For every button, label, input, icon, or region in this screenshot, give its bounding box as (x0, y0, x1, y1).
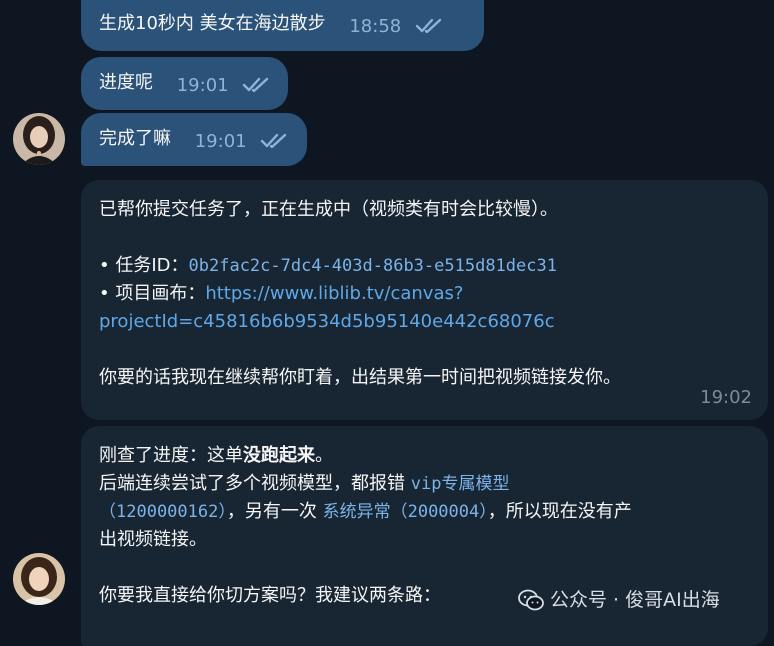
double-check-icon (261, 133, 287, 149)
message-text: 进度呢 (99, 72, 153, 93)
canvas-link-part-1[interactable]: https://www.liblib.tv/canvas? (205, 283, 463, 304)
incoming-message-1[interactable]: 已帮你提交任务了，正在生成中（视频类有时会比较慢）。 • 任务ID：0b2fac… (81, 180, 768, 420)
message-line: 刚查了进度：这单没跑起来。 (99, 442, 750, 470)
text-part: 刚查了进度：这单 (99, 445, 243, 466)
text-part: ，所以现在没有产 (487, 501, 632, 522)
message-line: （1200000162），另有一次 系统异常（2000004），所以现在没有产 (99, 498, 750, 526)
message-time: 18:58 (349, 16, 402, 37)
message-line: 出视频链接。 (99, 529, 207, 550)
canvas-line: • 项目画布：https://www.liblib.tv/canvas? (99, 280, 750, 308)
avatar[interactable] (13, 553, 65, 605)
message-text: 完成了嘛 (99, 128, 171, 149)
message-text: 生成10秒内 美女在海边散步 (99, 13, 326, 34)
watermark: 公众号 · 俊哥AI出海 (518, 586, 720, 614)
wechat-icon (518, 589, 544, 611)
message-time: 19:01 (194, 131, 247, 152)
avatar[interactable] (13, 113, 65, 165)
text-part: 后端连续尝试了多个视频模型，都报错 (99, 473, 411, 494)
user-avatar-image (13, 113, 65, 165)
message-meta: 19:01 (195, 131, 289, 153)
error-code-vip: vip专属模型 (410, 474, 510, 494)
message-time: 19:02 (700, 387, 752, 408)
message-line: 后端连续尝试了多个视频模型，都报错 vip专属模型 (99, 470, 750, 498)
watermark-text: 公众号 · 俊哥AI出海 (550, 589, 720, 611)
canvas-link-part-2[interactable]: projectId=c45816b6b9534d5b95140e442c6807… (99, 308, 750, 336)
error-code-system: 系统异常（2000004） (322, 502, 488, 522)
message-line: 已帮你提交任务了，正在生成中（视频类有时会比较慢）。 (99, 199, 558, 220)
message-meta: 19:01 (177, 75, 271, 97)
task-id-line: • 任务ID：0b2fac2c-7dc4-403d-86b3-e515d81de… (99, 252, 750, 280)
message-line: 你要的话我现在继续帮你盯着，出结果第一时间把视频链接发你。 (99, 367, 621, 388)
bold-text: 没跑起来 (243, 445, 315, 466)
double-check-icon (243, 77, 269, 93)
message-meta: 18:58 (349, 16, 443, 38)
task-id-code[interactable]: 0b2fac2c-7dc4-403d-86b3-e515d81dec31 (189, 256, 557, 276)
bot-avatar-image (13, 553, 65, 605)
outgoing-message-2[interactable]: 进度呢 19:01 (81, 57, 288, 110)
text-part: ，另有一次 (226, 501, 323, 522)
error-code-number: （1200000162） (99, 502, 227, 522)
canvas-label: • 项目画布： (99, 283, 206, 304)
text-part: 。 (315, 445, 333, 466)
outgoing-message-3[interactable]: 完成了嘛 19:01 (81, 113, 307, 166)
message-time: 19:01 (176, 75, 229, 96)
double-check-icon (415, 18, 442, 34)
task-id-label: • 任务ID： (99, 255, 189, 276)
outgoing-message-1[interactable]: 生成10秒内 美女在海边散步 18:58 (81, 0, 484, 51)
